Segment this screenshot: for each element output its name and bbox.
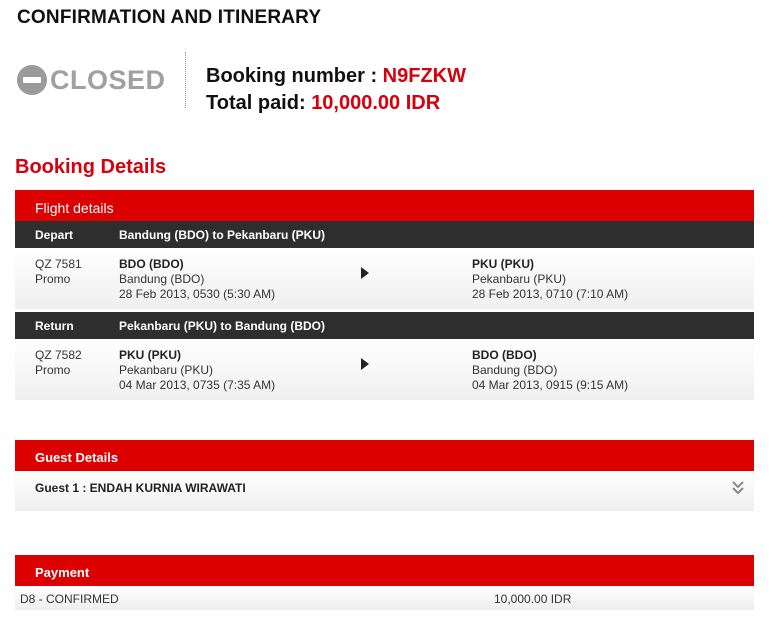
arrow-right-icon (361, 358, 369, 370)
flight-info: QZ 7581 Promo (35, 257, 82, 287)
booking-number-line: Booking number : N9FZKW (206, 63, 466, 90)
payment-panel: Payment D8 - CONFIRMED 10,000.00 IDR (15, 555, 754, 610)
payment-amount: 10,000.00 IDR (494, 592, 572, 606)
arrival-city: Pekanbaru (PKU) (472, 272, 567, 286)
arrival-airport-code: PKU (PKU) (472, 257, 534, 271)
flight-details-title: Flight details (15, 190, 754, 221)
segment-route: Bandung (BDO) to Pekanbaru (PKU) (119, 227, 325, 242)
booking-number: N9FZKW (382, 65, 466, 87)
payment-status: D8 - CONFIRMED (20, 592, 119, 606)
segment-route: Pekanbaru (PKU) to Bandung (BDO) (119, 318, 325, 333)
fare-type: Promo (35, 363, 71, 377)
flight-row-return: QZ 7582 Promo PKU (PKU) Pekanbaru (PKU) … (15, 339, 754, 400)
departure-airport-code: BDO (BDO) (119, 257, 184, 271)
arrival-time: 04 Mar 2013, 0915 (9:15 AM) (472, 378, 629, 392)
departure-time: 28 Feb 2013, 0530 (5:30 AM) (119, 287, 276, 301)
flight-details-panel: Flight details Depart Bandung (BDO) to P… (15, 190, 754, 400)
booking-status: CLOSED (17, 60, 166, 100)
segment-header-return: Return Pekanbaru (PKU) to Bandung (BDO) (15, 312, 754, 339)
flight-number: QZ 7582 (35, 348, 82, 362)
payment-title: Payment (15, 555, 754, 586)
departure-info: BDO (BDO) Bandung (BDO) 28 Feb 2013, 053… (119, 257, 275, 302)
status-label: CLOSED (50, 64, 166, 95)
total-paid-label: Total paid: (206, 92, 312, 114)
status-divider (185, 52, 186, 108)
flight-row-depart: QZ 7581 Promo BDO (BDO) Bandung (BDO) 28… (15, 248, 754, 309)
arrival-time: 28 Feb 2013, 0710 (7:10 AM) (472, 287, 629, 301)
double-chevron-down-icon[interactable] (731, 479, 745, 495)
segment-header-depart: Depart Bandung (BDO) to Pekanbaru (PKU) (15, 221, 754, 248)
arrival-info: PKU (PKU) Pekanbaru (PKU) 28 Feb 2013, 0… (472, 257, 628, 302)
total-paid-line: Total paid: 10,000.00 IDR (206, 90, 466, 117)
minus-circle-icon (17, 65, 47, 95)
guest-details-panel: Guest Details Guest 1 : ENDAH KURNIA WIR… (15, 440, 754, 511)
flight-number: QZ 7581 (35, 257, 82, 271)
segment-direction: Depart (35, 227, 74, 242)
segment-direction: Return (35, 318, 74, 333)
arrival-info: BDO (BDO) Bandung (BDO) 04 Mar 2013, 091… (472, 348, 628, 393)
page-title: CONFIRMATION AND ITINERARY (17, 7, 322, 28)
total-paid-value: 10,000.00 IDR (311, 92, 441, 114)
flight-info: QZ 7582 Promo (35, 348, 82, 378)
booking-details-heading: Booking Details (15, 156, 167, 178)
guest-row[interactable]: Guest 1 : ENDAH KURNIA WIRAWATI (15, 471, 754, 511)
arrival-city: Bandung (BDO) (472, 363, 558, 377)
departure-info: PKU (PKU) Pekanbaru (PKU) 04 Mar 2013, 0… (119, 348, 275, 393)
departure-city: Pekanbaru (PKU) (119, 363, 214, 377)
arrival-airport-code: BDO (BDO) (472, 348, 537, 362)
fare-type: Promo (35, 272, 71, 286)
guest-details-title: Guest Details (15, 440, 754, 471)
booking-summary: Booking number : N9FZKW Total paid: 10,0… (206, 63, 466, 117)
departure-time: 04 Mar 2013, 0735 (7:35 AM) (119, 378, 276, 392)
arrow-right-icon (361, 267, 369, 279)
departure-city: Bandung (BDO) (119, 272, 205, 286)
departure-airport-code: PKU (PKU) (119, 348, 181, 362)
booking-number-label: Booking number : (206, 65, 383, 87)
guest-name: Guest 1 : ENDAH KURNIA WIRAWATI (35, 481, 246, 495)
payment-row: D8 - CONFIRMED 10,000.00 IDR (15, 586, 754, 610)
